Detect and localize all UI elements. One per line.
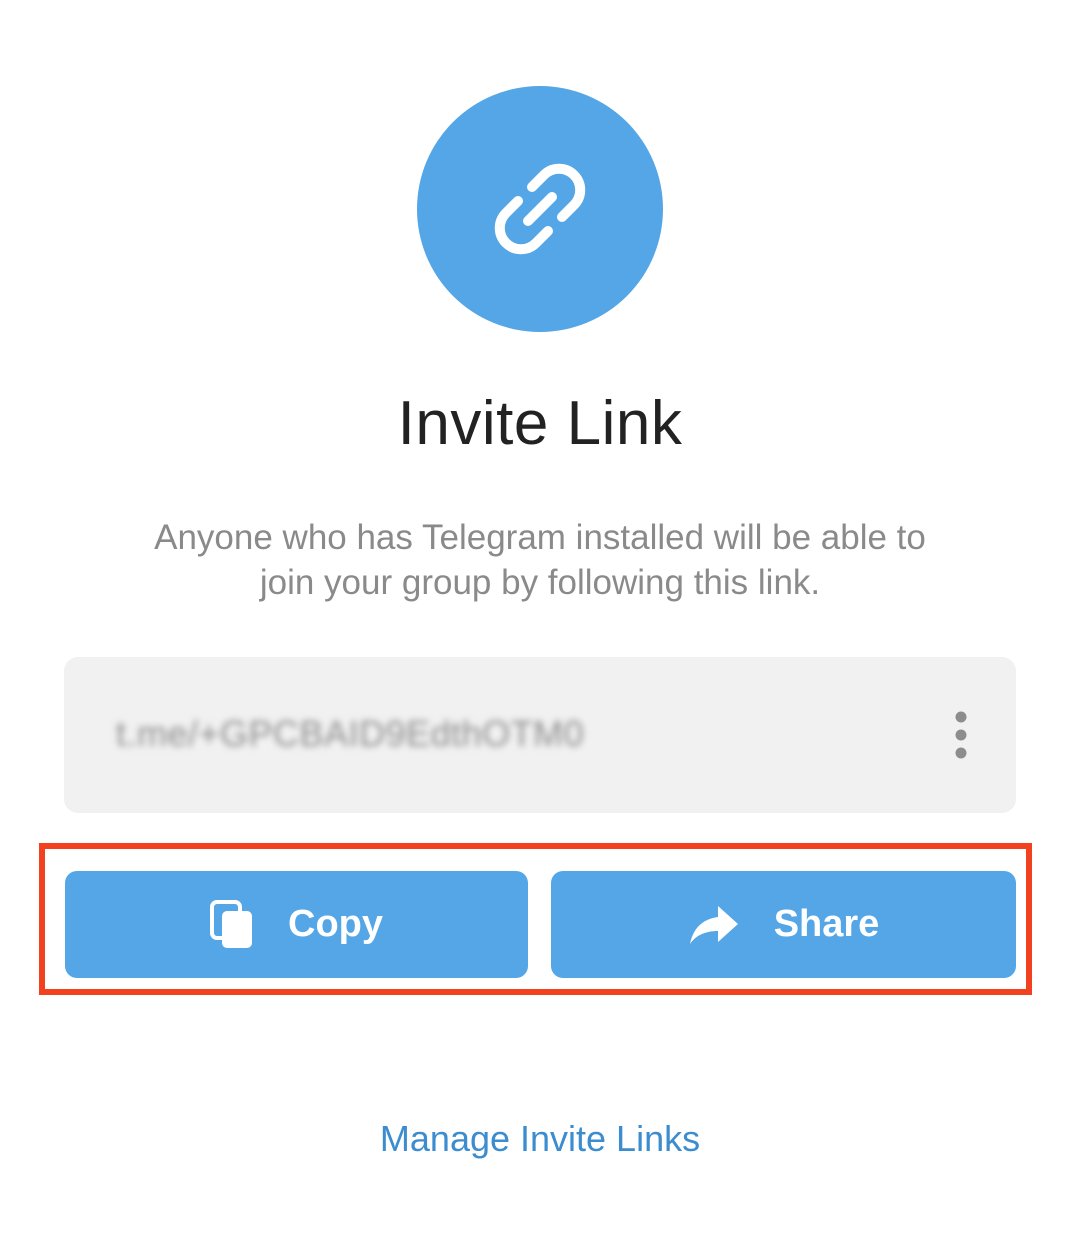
share-button-label: Share: [773, 903, 880, 945]
page-title: Invite Link: [397, 389, 683, 458]
more-vertical-icon: [955, 711, 967, 759]
share-button[interactable]: Share: [551, 871, 1016, 978]
copy-button[interactable]: Copy: [65, 871, 528, 978]
link-icon: [494, 163, 586, 255]
more-options-button[interactable]: [944, 709, 978, 761]
invite-link-sheet: Invite Link Anyone who has Telegram inst…: [0, 0, 1080, 1242]
invite-link-field[interactable]: t.me/+GPCBAID9EdthOTM0: [64, 657, 1016, 813]
invite-description: Anyone who has Telegram installed will b…: [154, 518, 926, 602]
copy-button-label: Copy: [288, 903, 383, 945]
invite-link-badge: [417, 86, 663, 332]
share-arrow-icon: [689, 905, 738, 944]
manage-invite-links-link[interactable]: Manage Invite Links: [0, 1118, 1080, 1160]
invite-link-url: t.me/+GPCBAID9EdthOTM0: [116, 713, 585, 754]
copy-icon: [210, 899, 252, 948]
